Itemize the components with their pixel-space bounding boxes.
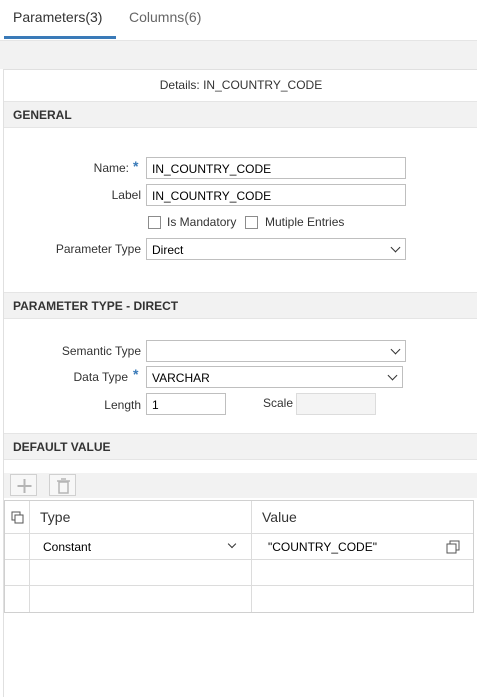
- name-field[interactable]: IN_COUNTRY_CODE: [146, 157, 406, 179]
- section-default-value-title: DEFAULT VALUE: [13, 440, 111, 454]
- multiple-entries-checkbox[interactable]: [245, 216, 258, 229]
- type-cell[interactable]: [30, 560, 252, 585]
- row-selector-cell[interactable]: [5, 586, 30, 612]
- table-row[interactable]: [5, 586, 473, 612]
- value-cell[interactable]: [252, 560, 473, 585]
- is-mandatory-checkbox[interactable]: [148, 216, 161, 229]
- row-selector-cell[interactable]: [5, 534, 30, 559]
- required-asterisk-icon: *: [133, 158, 139, 174]
- data-type-value: VARCHAR: [152, 371, 210, 385]
- parameter-type-label: Parameter Type: [55, 242, 141, 256]
- tab-parameters[interactable]: Parameters(3): [13, 9, 102, 25]
- label-field[interactable]: IN_COUNTRY_CODE: [146, 184, 406, 206]
- table-header-row: Type Value: [5, 501, 473, 534]
- parameter-type-value: Direct: [152, 243, 184, 257]
- semantic-type-label: Semantic Type: [61, 344, 141, 358]
- is-mandatory-label: Is Mandatory: [167, 215, 237, 229]
- length-label: Length: [104, 398, 141, 412]
- section-general-title: GENERAL: [13, 108, 72, 122]
- column-header-value[interactable]: Value: [252, 501, 473, 533]
- section-general-header[interactable]: GENERAL: [4, 101, 477, 128]
- parameter-type-select[interactable]: Direct: [146, 238, 406, 260]
- chevron-down-icon: [390, 344, 401, 355]
- tab-bar: Parameters(3) Columns(6): [0, 0, 477, 41]
- active-tab-indicator: [4, 36, 116, 39]
- label-label: Label: [111, 188, 141, 202]
- multiple-entries-label: Mutiple Entries: [265, 215, 345, 229]
- copy-icon: [11, 511, 24, 524]
- value-help-icon[interactable]: [446, 540, 460, 554]
- type-cell[interactable]: [30, 586, 252, 612]
- plus-icon: [17, 479, 32, 493]
- section-direct-header[interactable]: PARAMETER TYPE - DIRECT: [4, 292, 477, 319]
- toolbar-strip: [0, 41, 477, 69]
- add-button[interactable]: [10, 474, 37, 496]
- table-row[interactable]: Constant "COUNTRY_CODE": [5, 534, 473, 560]
- name-label: Name:: [93, 161, 129, 175]
- column-header-type-label: Type: [40, 509, 71, 525]
- row-selector-cell[interactable]: [5, 560, 30, 585]
- select-all-cell[interactable]: [5, 501, 30, 533]
- column-header-type[interactable]: Type: [30, 501, 252, 533]
- default-value-table: Type Value Constant "COUNTRY_CODE": [4, 500, 474, 613]
- value-cell[interactable]: [252, 586, 473, 612]
- type-cell[interactable]: Constant: [30, 534, 252, 559]
- scale-field: [296, 393, 376, 415]
- tab-columns[interactable]: Columns(6): [129, 9, 201, 25]
- chevron-down-icon: [387, 370, 398, 381]
- trash-icon: [57, 478, 70, 494]
- required-asterisk-icon: *: [133, 366, 139, 382]
- type-cell-value: Constant: [43, 540, 92, 554]
- delete-button[interactable]: [49, 474, 76, 496]
- value-cell[interactable]: "COUNTRY_CODE": [252, 534, 473, 559]
- semantic-type-select[interactable]: [146, 340, 406, 362]
- column-header-value-label: Value: [262, 509, 297, 525]
- table-row[interactable]: [5, 560, 473, 586]
- data-type-label: Data Type: [73, 370, 128, 384]
- data-type-select[interactable]: VARCHAR: [146, 366, 403, 388]
- details-panel: Details: IN_COUNTRY_CODE GENERAL Name: *…: [3, 69, 477, 697]
- chevron-down-icon: [390, 242, 401, 253]
- scale-label: Scale: [263, 396, 294, 410]
- section-direct-title: PARAMETER TYPE - DIRECT: [13, 299, 179, 313]
- details-title: Details: IN_COUNTRY_CODE: [159, 78, 323, 92]
- chevron-down-icon[interactable]: [227, 539, 237, 549]
- section-default-value-header[interactable]: DEFAULT VALUE: [4, 433, 477, 460]
- length-field[interactable]: 1: [146, 393, 226, 415]
- value-cell-value: "COUNTRY_CODE": [268, 540, 377, 554]
